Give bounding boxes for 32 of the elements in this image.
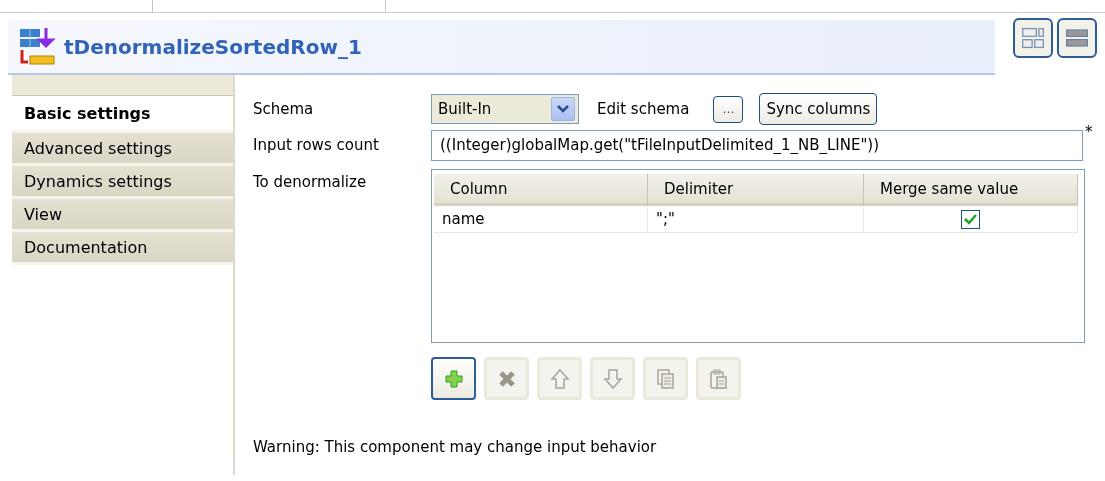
table-cell: ";" [648, 206, 864, 233]
warning-text: Warning: This component may change input behavior [253, 438, 658, 456]
component-icon [18, 25, 58, 68]
required-mark: * [1085, 123, 1093, 141]
list-layout-button[interactable] [1057, 18, 1097, 58]
add-row-button[interactable] [431, 357, 476, 400]
arrow-down-icon [602, 367, 623, 390]
arrow-up-icon [549, 367, 570, 390]
merge-checkbox[interactable] [961, 209, 980, 229]
paste-icon [708, 367, 729, 390]
plus-icon [443, 368, 464, 389]
column-header[interactable]: Column [434, 174, 648, 206]
sidebar-tab[interactable]: Dynamics settings [12, 166, 233, 199]
grid-layout-button[interactable] [1013, 18, 1053, 58]
sidebar-tab[interactable]: View [12, 199, 233, 232]
table-cell: name [434, 206, 648, 233]
column-header[interactable]: Delimiter [648, 174, 864, 206]
sidebar-tab[interactable]: Documentation [12, 232, 233, 265]
sync-columns-button[interactable]: Sync columns [759, 93, 878, 125]
schema-dropdown[interactable]: Built-In [431, 94, 579, 124]
schema-label: Schema [253, 100, 315, 118]
column-header[interactable]: Merge same value [864, 174, 1078, 206]
edit-schema-label: Edit schema [597, 100, 690, 118]
denormalize-label: To denormalize [253, 173, 368, 193]
chevron-down-icon [557, 105, 569, 113]
input-rows-label: Input rows count [253, 136, 380, 154]
sidebar-tab[interactable]: Advanced settings [12, 133, 233, 166]
edit-schema-button[interactable]: … [713, 95, 744, 123]
input-rows-field[interactable]: ((Integer)globalMap.get("tFileInputDelimited_1_NB_LINE")) [431, 129, 1083, 161]
cross-icon [496, 368, 517, 389]
copy-icon [655, 367, 676, 390]
component-title: tDenormalizeSortedRow_1 [64, 34, 362, 59]
